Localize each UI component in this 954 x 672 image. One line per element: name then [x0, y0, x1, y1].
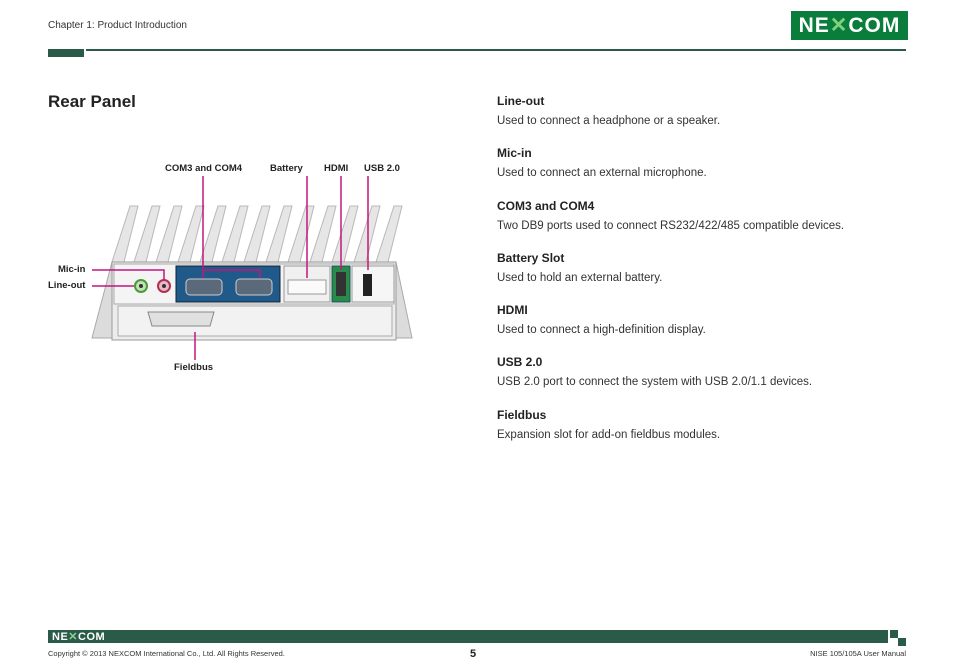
item-desc: Two DB9 ports used to connect RS232/422/…: [497, 220, 845, 232]
item-desc: Used to hold an external battery.: [497, 272, 663, 284]
label-battery: Battery: [270, 163, 303, 174]
copyright: Copyright © 2013 NEXCOM International Co…: [48, 649, 285, 658]
footer-square: [890, 630, 898, 638]
label-usb: USB 2.0: [364, 163, 400, 174]
page-number: 5: [470, 648, 477, 660]
hdmi-port: [336, 272, 346, 296]
label-fieldbus: Fieldbus: [174, 362, 214, 373]
item-desc: Used to connect an external microphone.: [497, 167, 707, 179]
item-title: Mic-in: [497, 146, 532, 160]
footer-bar: [48, 630, 888, 643]
item-title: HDMI: [497, 303, 528, 317]
label-com: COM3 and COM4: [165, 163, 243, 174]
usb-panel: [351, 265, 395, 303]
footer-logo: NE✕COM: [52, 631, 106, 643]
item-title: Line-out: [497, 94, 545, 108]
item-desc: Used to connect a high-definition displa…: [497, 324, 706, 336]
footer-square: [898, 638, 906, 646]
label-line-out: Line-out: [48, 280, 86, 291]
item-title: COM3 and COM4: [497, 199, 595, 213]
usb-port: [363, 274, 372, 296]
item-desc: Expansion slot for add-on fieldbus modul…: [497, 429, 721, 441]
item-desc: USB 2.0 port to connect the system with …: [497, 376, 813, 388]
heatsink-fins: [111, 205, 403, 263]
rear-panel-diagram: [91, 176, 413, 360]
manual-title: NISE 105/105A User Manual: [810, 649, 906, 658]
item-title: Battery Slot: [497, 251, 565, 265]
nexcom-logo: NE✕COM: [791, 11, 908, 40]
item-title: Fieldbus: [497, 408, 547, 422]
item-desc: Used to connect a headphone or a speaker…: [497, 115, 721, 127]
label-hdmi: HDMI: [324, 163, 349, 174]
com4-port: [235, 278, 273, 296]
com3-port: [185, 278, 223, 296]
fieldbus-connector: [147, 311, 215, 327]
item-title: USB 2.0: [497, 355, 543, 369]
logo-text: NE✕COM: [798, 14, 901, 37]
label-mic-in: Mic-in: [58, 264, 86, 275]
